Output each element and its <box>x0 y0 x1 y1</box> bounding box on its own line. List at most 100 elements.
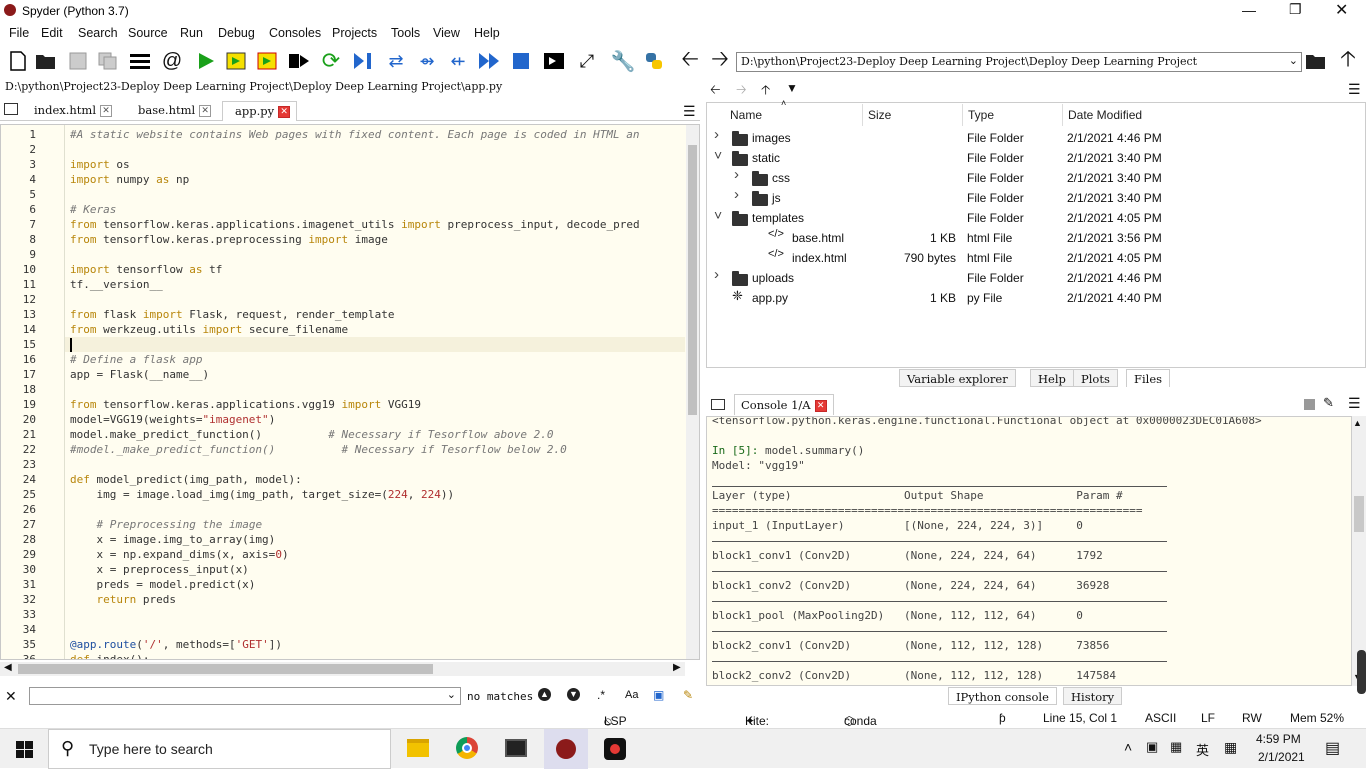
run-selection-icon[interactable] <box>287 49 311 73</box>
chevron-down-icon[interactable]: ⌄ <box>1289 54 1298 67</box>
python-path-icon[interactable] <box>642 49 666 73</box>
spyder-taskbar-icon[interactable] <box>544 729 588 769</box>
rerun-icon[interactable]: ⟳ <box>319 48 343 73</box>
whole-word-icon[interactable]: ▣ <box>653 688 664 702</box>
scroll-left-icon[interactable]: ◀ <box>4 662 12 673</box>
close-find-icon[interactable]: ✕ <box>5 688 17 705</box>
new-file-icon[interactable] <box>6 49 30 73</box>
close-tab-icon[interactable]: ✕ <box>199 105 212 117</box>
menu-edit[interactable]: Edit <box>41 26 63 40</box>
file-row[interactable]: › images File Folder 2/1/2021 4:46 PM <box>706 126 1356 148</box>
file-row[interactable]: </> base.html 1 KB html File 2/1/2021 3:56 P… <box>706 228 1356 248</box>
highlight-icon[interactable]: ✎ <box>683 688 693 702</box>
network-icon[interactable]: ▣ <box>1146 739 1158 755</box>
console-scroll-thumb[interactable] <box>1354 496 1364 532</box>
forward-arrow-icon[interactable]: 🡢 <box>708 46 732 73</box>
menu-consoles[interactable]: Consoles <box>269 26 321 40</box>
console-tab[interactable]: Console 1/A ✕ <box>734 394 834 415</box>
find-previous-icon[interactable]: ▲ <box>538 688 551 701</box>
preferences-icon[interactable]: 🔧 <box>611 49 636 73</box>
ime-icon[interactable]: ▦ <box>1170 739 1182 755</box>
browse-consoles-icon[interactable] <box>711 399 725 410</box>
up-icon[interactable]: 🡡 <box>761 81 770 103</box>
debug-icon[interactable] <box>351 49 375 73</box>
filter-icon[interactable]: ▼ <box>786 81 798 95</box>
step-icon[interactable]: ⇄ <box>384 49 408 73</box>
file-row[interactable]: </> index.html 790 bytes html File 2/1/2021 … <box>706 248 1356 268</box>
open-file-icon[interactable] <box>34 49 58 73</box>
console-vertical-scrollbar[interactable] <box>1352 416 1366 686</box>
run-icon[interactable] <box>194 49 218 73</box>
chevron-down-icon[interactable]: ˅ <box>714 207 722 223</box>
chevron-down-icon[interactable]: ⌄ <box>447 688 456 701</box>
tab-files[interactable]: Files <box>1126 369 1171 387</box>
back-arrow-icon[interactable]: 🡠 <box>678 46 702 73</box>
file-row[interactable]: › uploads File Folder 2/1/2021 4:46 PM <box>706 266 1356 288</box>
windows-start-icon[interactable] <box>16 741 33 758</box>
close-tab-icon[interactable]: ✕ <box>100 105 113 117</box>
file-explorer-icon[interactable] <box>407 739 429 757</box>
run-cell-icon[interactable] <box>225 49 249 73</box>
close-console-icon[interactable]: ✕ <box>814 400 827 412</box>
menu-file[interactable]: File <box>9 26 29 40</box>
menu-source[interactable]: Source <box>128 26 168 40</box>
at-icon[interactable]: @ <box>160 49 184 73</box>
save-icon[interactable] <box>66 49 90 73</box>
editor-vertical-scroll-thumb[interactable] <box>688 145 697 415</box>
file-row[interactable]: ˅ templates File Folder 2/1/2021 4:05 PM <box>706 207 1356 228</box>
notifications-icon[interactable]: ▤ <box>1325 738 1340 758</box>
menu-tools[interactable]: Tools <box>391 26 420 40</box>
scroll-right-icon[interactable]: ▶ <box>673 662 681 673</box>
files-options-icon[interactable]: ☰ <box>1348 81 1361 98</box>
step-return-icon[interactable]: ⇷ <box>446 49 470 73</box>
column-date[interactable]: Date Modified <box>1068 108 1142 122</box>
recorder-icon[interactable] <box>604 738 626 760</box>
clock-time[interactable]: 4:59 PM <box>1256 732 1301 746</box>
chevron-right-icon[interactable]: › <box>714 266 719 283</box>
tab-app-py[interactable]: app.py ✕ <box>222 101 298 121</box>
regex-icon[interactable]: .* <box>597 688 605 702</box>
show-hidden-icons-icon[interactable]: ˄ <box>1124 739 1132 755</box>
keyboard-icon[interactable]: ▦ <box>1224 739 1237 756</box>
taskbar-search[interactable]: ⚲ Type here to search <box>48 729 391 769</box>
back-icon[interactable]: 🡠 <box>710 81 721 103</box>
tab-plots[interactable]: Plots <box>1073 369 1118 387</box>
close-tab-icon[interactable]: ✕ <box>278 106 291 118</box>
terminal-icon[interactable] <box>505 739 527 757</box>
run-cell-advance-icon[interactable] <box>256 49 280 73</box>
tab-help[interactable]: Help <box>1030 369 1074 387</box>
language-indicator[interactable]: 英 <box>1196 740 1209 759</box>
chevron-right-icon[interactable]: › <box>734 166 739 183</box>
menu-run[interactable]: Run <box>180 26 203 40</box>
maximize-button[interactable]: ❐ <box>1289 1 1302 18</box>
tab-variable-explorer[interactable]: Variable explorer <box>899 369 1016 387</box>
menu-debug[interactable]: Debug <box>218 26 255 40</box>
fullscreen-icon[interactable]: ⤢ <box>575 49 599 73</box>
options-menu-icon[interactable]: ☰ <box>683 103 696 120</box>
clear-console-icon[interactable]: ✎ <box>1323 395 1334 411</box>
browse-tabs-icon[interactable] <box>4 103 18 115</box>
chevron-right-icon[interactable]: › <box>734 186 739 203</box>
chevron-right-icon[interactable]: › <box>714 126 719 143</box>
file-row[interactable]: › js File Folder 2/1/2021 3:40 PM <box>706 186 1356 208</box>
minimize-button[interactable]: — <box>1242 2 1256 18</box>
working-directory-combo[interactable]: D:\python\Project23-Deploy Deep Learning… <box>736 52 1302 72</box>
ipython-console[interactable]: <tensorflow.python.keras.engine.function… <box>706 416 1352 686</box>
outer-scroll-thumb[interactable] <box>1357 650 1366 694</box>
column-size[interactable]: Size <box>868 108 891 122</box>
parent-dir-icon[interactable]: 🡡 <box>1336 46 1360 73</box>
editor-horizontal-scroll-thumb[interactable] <box>18 664 433 674</box>
continue-icon[interactable] <box>477 49 501 73</box>
step-into-icon[interactable]: ⇴ <box>415 49 439 73</box>
browse-folder-icon[interactable] <box>1304 49 1328 73</box>
console-options-icon[interactable]: ☰ <box>1348 395 1361 412</box>
maximize-pane-icon[interactable] <box>542 49 566 73</box>
menu-projects[interactable]: Projects <box>332 26 377 40</box>
file-list-icon[interactable] <box>128 49 152 73</box>
menu-help[interactable]: Help <box>474 26 500 40</box>
menu-search[interactable]: Search <box>78 26 118 40</box>
file-row[interactable]: › css File Folder 2/1/2021 3:40 PM <box>706 166 1356 188</box>
stop-icon[interactable] <box>509 49 533 73</box>
find-next-icon[interactable]: ▼ <box>567 688 580 701</box>
chevron-down-icon[interactable]: ˅ <box>714 147 722 163</box>
